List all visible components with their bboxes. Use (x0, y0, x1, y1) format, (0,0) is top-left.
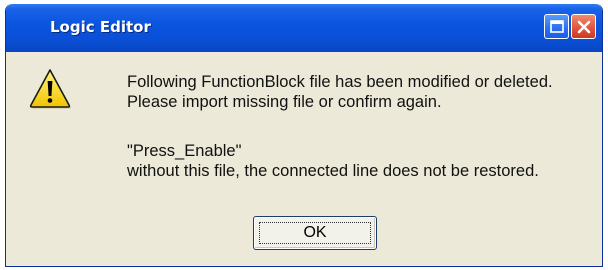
title-bar[interactable]: Logic Editor (6, 4, 602, 52)
missing-file-name: "Press_Enable" (127, 142, 242, 160)
ok-button[interactable]: OK (253, 216, 377, 250)
window-title: Logic Editor (50, 18, 151, 36)
ok-button-label: OK (303, 224, 327, 241)
dialog-body: Following FunctionBlock file has been mo… (6, 52, 602, 266)
message-line: Following FunctionBlock file has been mo… (127, 73, 553, 91)
warning-icon (29, 69, 71, 109)
message-line: Please import missing file or confirm ag… (127, 93, 442, 111)
maximize-icon (550, 20, 564, 33)
maximize-button[interactable] (544, 14, 569, 39)
logic-editor-dialog: Logic Editor Following FunctionBlock fil… (5, 4, 603, 267)
close-button[interactable] (571, 14, 596, 39)
close-icon (577, 20, 591, 34)
message-line: without this file, the connected line do… (127, 162, 539, 180)
